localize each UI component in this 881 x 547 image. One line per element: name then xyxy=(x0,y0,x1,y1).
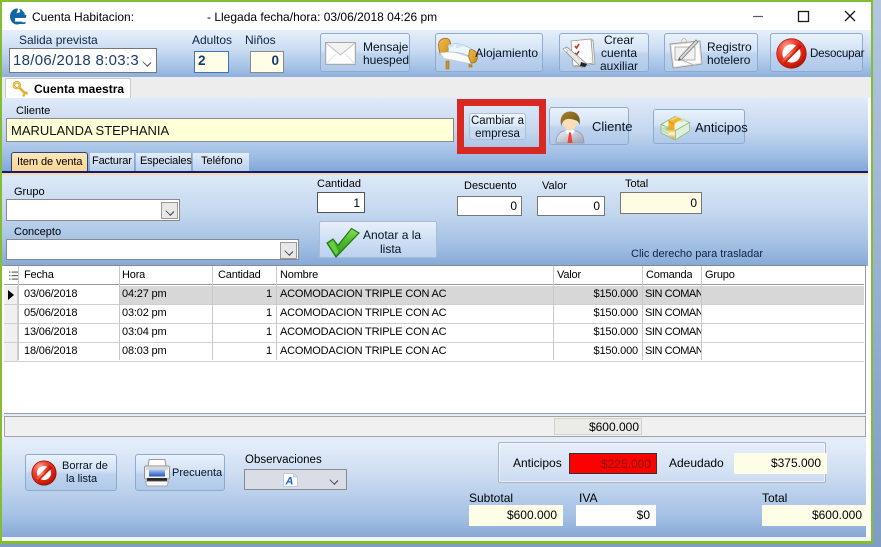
svg-text:A: A xyxy=(285,476,294,488)
